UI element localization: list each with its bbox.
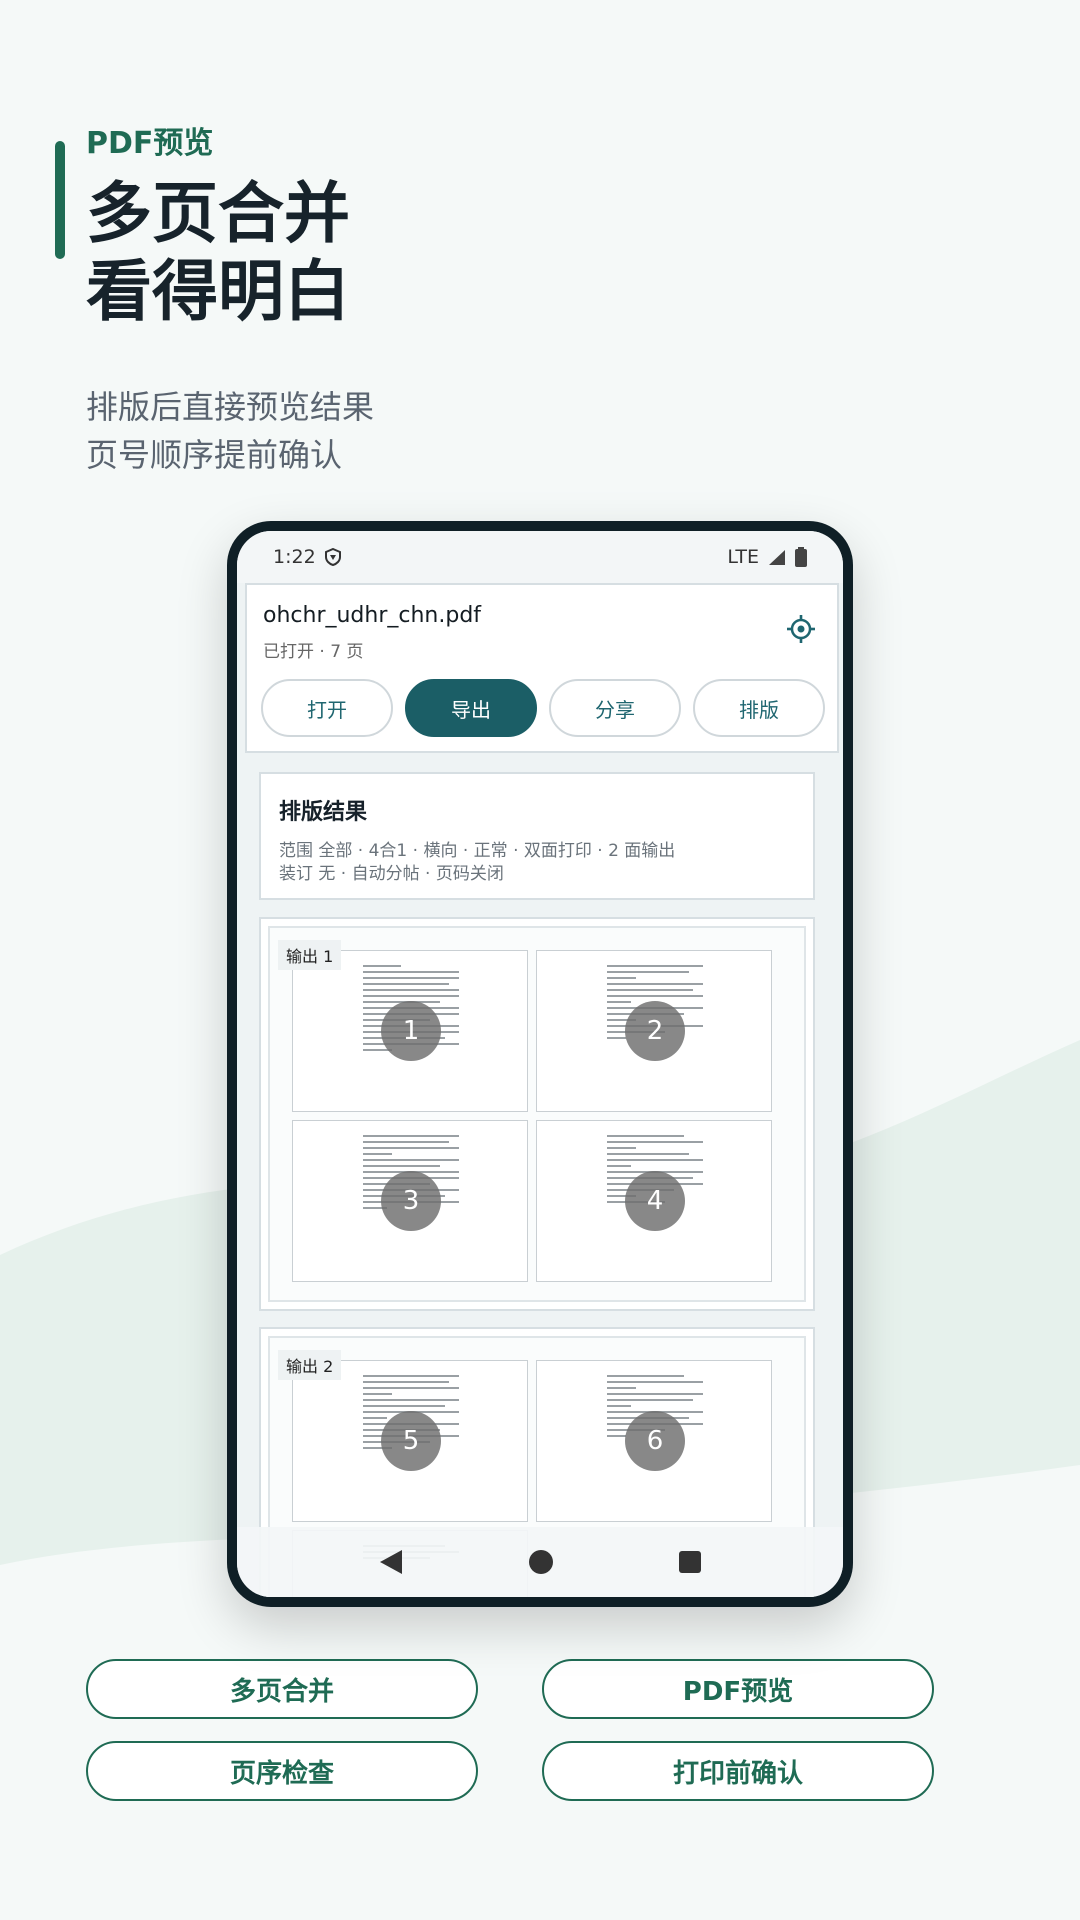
action-row: 打开 导出 分享 排版 bbox=[261, 679, 827, 737]
layout-result-line2: 装订 无 · 自动分帖 · 页码关闭 bbox=[279, 864, 504, 884]
page-number-1: 1 bbox=[381, 1001, 441, 1061]
layout-button[interactable]: 排版 bbox=[693, 679, 825, 737]
hero-subtitle-line2: 页号顺序提前确认 bbox=[86, 436, 343, 474]
output-label-1: 输出 1 bbox=[278, 940, 342, 970]
share-button[interactable]: 分享 bbox=[549, 679, 681, 737]
signal-icon bbox=[769, 550, 785, 565]
page-number-5: 5 bbox=[381, 1411, 441, 1471]
home-circle-icon[interactable] bbox=[527, 1548, 555, 1576]
vpn-shield-icon bbox=[324, 548, 341, 566]
file-meta: 已打开 · 7 页 bbox=[263, 642, 364, 662]
hero-subtitle: 排版后直接预览结果 页号顺序提前确认 bbox=[86, 383, 374, 479]
hero-title-line1: 多页合并 bbox=[86, 175, 350, 252]
layout-result-line1: 范围 全部 · 4合1 · 横向 · 正常 · 双面打印 · 2 面输出 bbox=[279, 841, 676, 861]
export-button[interactable]: 导出 bbox=[405, 679, 537, 737]
hero-accent-bar bbox=[55, 141, 65, 259]
output-label-2: 输出 2 bbox=[278, 1350, 342, 1380]
page-number-3: 3 bbox=[381, 1171, 441, 1231]
hero-kicker: PDF预览 bbox=[86, 126, 214, 161]
page-number-4: 4 bbox=[625, 1171, 685, 1231]
hero-title: 多页合并 看得明白 bbox=[86, 175, 350, 331]
page-thumb-4[interactable]: 4 bbox=[536, 1120, 772, 1282]
page-number-2: 2 bbox=[625, 1001, 685, 1061]
settings-button[interactable] bbox=[783, 611, 819, 647]
app-header: ohchr_udhr_chn.pdf 已打开 · 7 页 打开 导出 分享 排版 bbox=[245, 583, 839, 753]
page-thumb-3[interactable]: 3 bbox=[292, 1120, 528, 1282]
feature-tag-pdf-preview: PDF预览 bbox=[542, 1659, 934, 1719]
status-time: 1:22 bbox=[273, 546, 316, 568]
page-number-6: 6 bbox=[625, 1411, 685, 1471]
back-triangle-icon[interactable] bbox=[378, 1548, 404, 1576]
navigation-bar bbox=[237, 1527, 843, 1597]
layout-result-card: 排版结果 范围 全部 · 4合1 · 横向 · 正常 · 双面打印 · 2 面输… bbox=[259, 772, 815, 900]
feature-tag-merge: 多页合并 bbox=[86, 1659, 478, 1719]
page-thumb-2[interactable]: 2 bbox=[536, 950, 772, 1112]
page-thumb-1[interactable]: 1 bbox=[292, 950, 528, 1112]
status-network: LTE bbox=[727, 546, 759, 568]
hero-title-line2: 看得明白 bbox=[86, 253, 350, 330]
phone-frame: 1:22 LTE ohchr_udhr_chn.pdf 已打开 · 7 页 打开… bbox=[227, 521, 853, 1607]
battery-icon bbox=[795, 547, 807, 567]
output-sheet-1[interactable]: 输出 1 1 2 3 4 bbox=[259, 917, 815, 1311]
feature-tag-page-order: 页序检查 bbox=[86, 1741, 478, 1801]
hero-subtitle-line1: 排版后直接预览结果 bbox=[86, 388, 375, 426]
page-thumb-6[interactable]: 6 bbox=[536, 1360, 772, 1522]
file-name: ohchr_udhr_chn.pdf bbox=[263, 603, 482, 628]
layout-result-title: 排版结果 bbox=[279, 800, 368, 825]
recents-square-icon[interactable] bbox=[678, 1550, 702, 1574]
output-sheet-1-inner: 输出 1 1 2 3 4 bbox=[268, 926, 806, 1302]
gear-icon bbox=[787, 615, 815, 643]
open-button[interactable]: 打开 bbox=[261, 679, 393, 737]
phone-screen: 1:22 LTE ohchr_udhr_chn.pdf 已打开 · 7 页 打开… bbox=[237, 531, 843, 1597]
status-bar: 1:22 LTE bbox=[237, 531, 843, 583]
feature-tag-print-confirm: 打印前确认 bbox=[542, 1741, 934, 1801]
page-thumb-5[interactable]: 5 bbox=[292, 1360, 528, 1522]
